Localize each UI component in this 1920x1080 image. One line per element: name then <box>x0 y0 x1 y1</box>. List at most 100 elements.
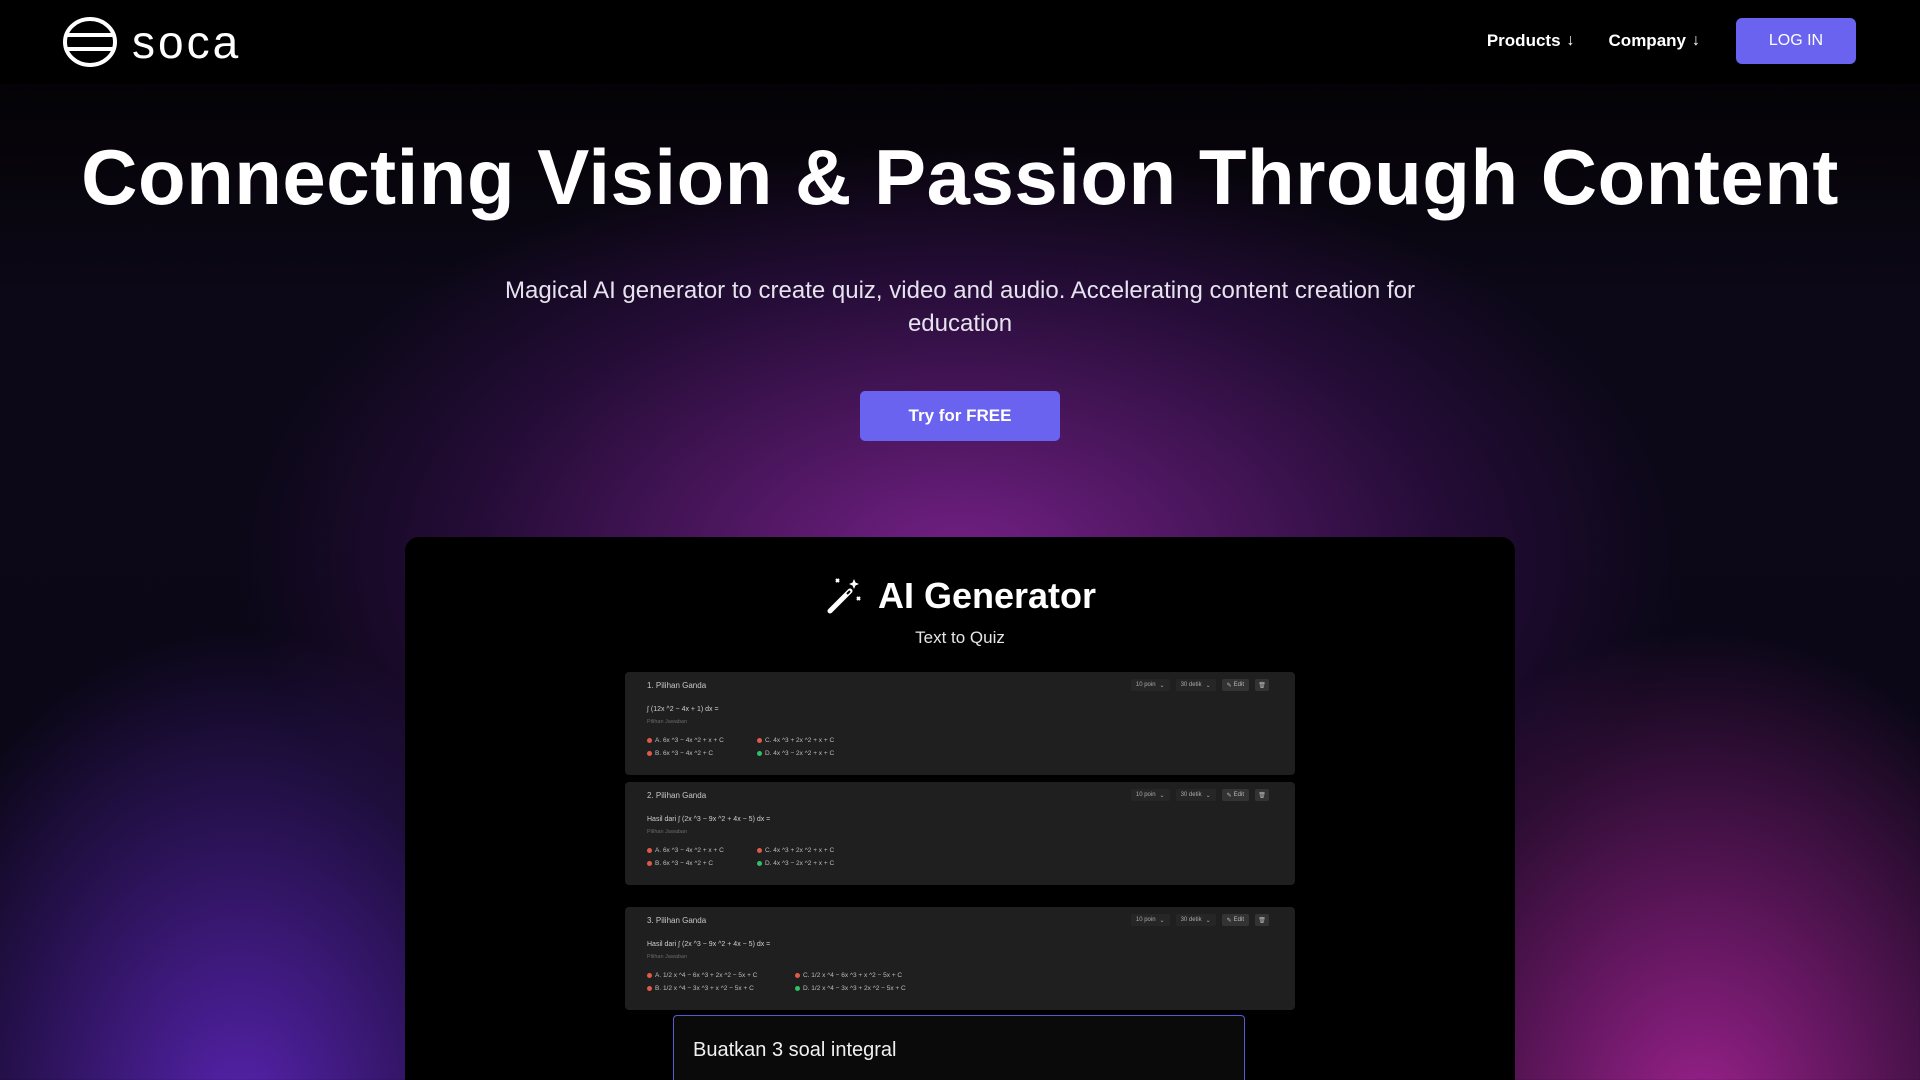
option-text: B. 6x ^3 − 4x ^2 + C <box>655 750 714 757</box>
trash-icon[interactable]: 🗑 <box>1255 679 1269 691</box>
nav-products[interactable]: Products ↓ <box>1487 31 1575 51</box>
question-card: 1. Pilihan Ganda 10 poin ⌄ 30 detik ⌄ ✎ Edi… <box>625 672 1295 775</box>
question-title: 3. Pilihan Ganda <box>647 916 707 925</box>
wrong-dot-icon <box>647 738 652 743</box>
top-nav: soca Products ↓ Company ↓ LOG IN <box>0 0 1920 84</box>
edit-button[interactable]: ✎ Edit <box>1221 914 1249 926</box>
arrow-down-icon: ↓ <box>1692 32 1700 49</box>
wrong-dot-icon <box>647 751 652 756</box>
answer-option: D. 4x ^3 − 2x ^2 + x + C <box>757 860 834 867</box>
chevron-down-icon: ⌄ <box>1205 917 1211 924</box>
answer-hint: Pilihan Jawaban <box>647 719 688 725</box>
correct-dot-icon <box>757 751 762 756</box>
answer-option: A. 6x ^3 − 4x ^2 + x + C <box>647 847 724 854</box>
correct-dot-icon <box>795 986 800 991</box>
pencil-icon: ✎ <box>1226 682 1232 689</box>
wrong-dot-icon <box>795 973 800 978</box>
time-select[interactable]: 30 detik ⌄ <box>1175 679 1216 691</box>
time-select[interactable]: 30 detik ⌄ <box>1175 789 1216 801</box>
login-button[interactable]: LOG IN <box>1736 18 1856 64</box>
chevron-down-icon: ⌄ <box>1159 917 1165 924</box>
option-text: D. 4x ^3 − 2x ^2 + x + C <box>765 750 835 757</box>
nav-company[interactable]: Company ↓ <box>1609 31 1700 51</box>
question-text: ∫ (12x ^2 − 4x + 1) dx = <box>647 706 719 713</box>
points-select[interactable]: 10 poin ⌄ <box>1130 789 1170 801</box>
option-text: A. 6x ^3 − 4x ^2 + x + C <box>655 847 724 854</box>
arrow-down-icon: ↓ <box>1566 32 1575 49</box>
question-controls: 10 poin ⌄ 30 detik ⌄ ✎ Edit 🗑 <box>1130 679 1269 691</box>
generator-title: AI Generator <box>877 575 1097 616</box>
hero-title: Connecting Vision & Passion Through Cont… <box>81 133 1839 221</box>
wrong-dot-icon <box>757 738 762 743</box>
points-select[interactable]: 10 poin ⌄ <box>1130 679 1170 691</box>
wrong-dot-icon <box>647 861 652 866</box>
soca-logo-icon <box>63 17 117 67</box>
option-text: C. 4x ^3 + 2x ^2 + x + C <box>765 847 835 854</box>
question-controls: 10 poin ⌄ 30 detik ⌄ ✎ Edit 🗑 <box>1130 789 1269 801</box>
option-text: D. 1/2 x ^4 − 3x ^3 + 2x ^2 − 5x + C <box>803 985 906 992</box>
points-value: 10 poin <box>1135 682 1156 688</box>
answer-option: C. 4x ^3 + 2x ^2 + x + C <box>757 847 834 854</box>
chevron-down-icon: ⌄ <box>1205 682 1211 689</box>
time-value: 30 detik <box>1180 792 1202 798</box>
question-text: Hasil dari ∫ (2x ^3 − 9x ^2 + 4x − 5) dx… <box>647 816 771 823</box>
magic-wand-icon <box>827 578 861 614</box>
points-value: 10 poin <box>1135 917 1156 923</box>
option-text: C. 1/2 x ^4 − 6x ^3 + x ^2 − 5x + C <box>803 972 903 979</box>
answer-option: B. 6x ^3 − 4x ^2 + C <box>647 860 713 867</box>
question-card: 3. Pilihan Ganda 10 poin ⌄ 30 detik ⌄ ✎ Edi… <box>625 907 1295 1010</box>
answer-option: D. 1/2 x ^4 − 3x ^3 + 2x ^2 − 5x + C <box>795 985 906 992</box>
chevron-down-icon: ⌄ <box>1205 792 1211 799</box>
chevron-down-icon: ⌄ <box>1159 682 1165 689</box>
answer-option: A. 6x ^3 − 4x ^2 + x + C <box>647 737 724 744</box>
option-text: A. 6x ^3 − 4x ^2 + x + C <box>655 737 724 744</box>
edit-label: Edit <box>1233 792 1244 798</box>
question-card: 2. Pilihan Ganda 10 poin ⌄ 30 detik ⌄ ✎ Edi… <box>625 782 1295 885</box>
wrong-dot-icon <box>647 986 652 991</box>
nav-products-label: Products <box>1486 31 1561 50</box>
trash-icon[interactable]: 🗑 <box>1255 789 1269 801</box>
time-select[interactable]: 30 detik ⌄ <box>1175 914 1216 926</box>
answer-option: B. 6x ^3 − 4x ^2 + C <box>647 750 713 757</box>
logo[interactable]: soca <box>62 16 241 68</box>
question-text: Hasil dari ∫ (2x ^3 − 9x ^2 + 4x − 5) dx… <box>647 941 771 948</box>
answer-option: A. 1/2 x ^4 − 6x ^3 + 2x ^2 − 5x + C <box>647 972 757 979</box>
edit-button[interactable]: ✎ Edit <box>1221 789 1249 801</box>
chevron-down-icon: ⌄ <box>1159 792 1165 799</box>
answer-option: C. 1/2 x ^4 − 6x ^3 + x ^2 − 5x + C <box>795 972 902 979</box>
answer-hint: Pilihan Jawaban <box>647 954 688 960</box>
question-controls: 10 poin ⌄ 30 detik ⌄ ✎ Edit 🗑 <box>1130 914 1269 926</box>
time-value: 30 detik <box>1180 917 1202 923</box>
answer-hint: Pilihan Jawaban <box>647 829 688 835</box>
pencil-icon: ✎ <box>1226 917 1232 924</box>
option-text: B. 1/2 x ^4 − 3x ^3 + x ^2 − 5x + C <box>655 985 754 992</box>
option-text: D. 4x ^3 − 2x ^2 + x + C <box>765 860 835 867</box>
correct-dot-icon <box>757 861 762 866</box>
prompt-input[interactable]: Buatkan 3 soal integral <box>673 1015 1245 1080</box>
wrong-dot-icon <box>757 848 762 853</box>
question-title: 1. Pilihan Ganda <box>647 681 707 690</box>
edit-button[interactable]: ✎ Edit <box>1221 679 1249 691</box>
nav-company-label: Company <box>1608 31 1686 50</box>
logo-text: soca <box>132 16 242 68</box>
wrong-dot-icon <box>647 848 652 853</box>
prompt-input-value: Buatkan 3 soal integral <box>693 1039 897 1061</box>
points-select[interactable]: 10 poin ⌄ <box>1130 914 1170 926</box>
trash-icon[interactable]: 🗑 <box>1255 914 1269 926</box>
generator-header: AI Generator <box>405 575 1515 617</box>
generator-subtitle: Text to Quiz <box>915 628 1005 647</box>
points-value: 10 poin <box>1135 792 1156 798</box>
answer-option: C. 4x ^3 + 2x ^2 + x + C <box>757 737 834 744</box>
nav-links: Products ↓ Company ↓ LOG IN <box>1487 18 1856 64</box>
option-text: A. 1/2 x ^4 − 6x ^3 + 2x ^2 − 5x + C <box>655 972 758 979</box>
answer-option: D. 4x ^3 − 2x ^2 + x + C <box>757 750 834 757</box>
hero-subtitle: Magical AI generator to create quiz, vid… <box>505 277 1415 337</box>
pencil-icon: ✎ <box>1226 792 1232 799</box>
answer-option: B. 1/2 x ^4 − 3x ^3 + x ^2 − 5x + C <box>647 985 754 992</box>
option-text: B. 6x ^3 − 4x ^2 + C <box>655 860 714 867</box>
question-title: 2. Pilihan Ganda <box>647 791 707 800</box>
option-text: C. 4x ^3 + 2x ^2 + x + C <box>765 737 835 744</box>
wrong-dot-icon <box>647 973 652 978</box>
time-value: 30 detik <box>1180 682 1202 688</box>
try-free-button[interactable]: Try for FREE <box>860 391 1060 441</box>
